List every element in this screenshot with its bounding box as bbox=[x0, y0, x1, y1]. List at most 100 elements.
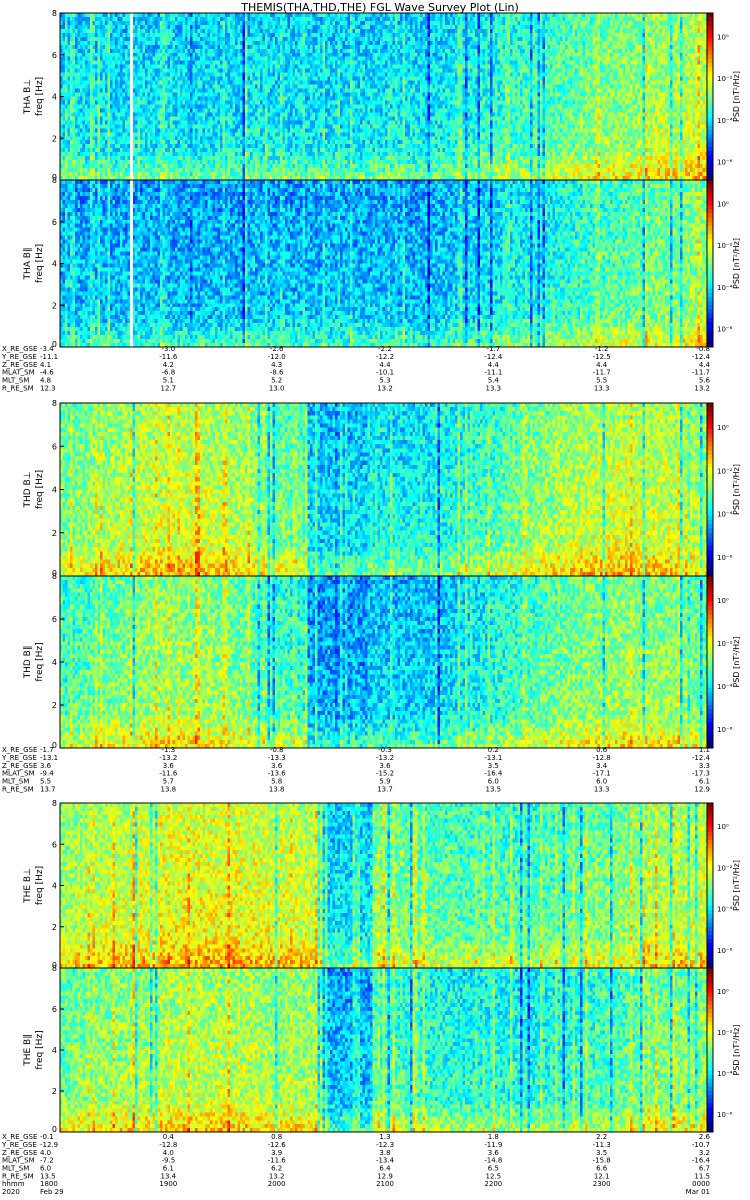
spectrogram-cell bbox=[693, 17, 696, 21]
spectrogram-cell bbox=[450, 13, 453, 17]
spectrogram-cell bbox=[123, 13, 126, 17]
spectrogram-cell bbox=[528, 13, 531, 17]
spectrogram-cell bbox=[510, 13, 513, 17]
spectrogram-cell bbox=[215, 17, 218, 21]
spectrogram-cell bbox=[403, 13, 406, 17]
spectrogram-cell bbox=[158, 13, 161, 17]
spectrogram-cell bbox=[288, 21, 291, 25]
spectrogram-cell bbox=[148, 17, 151, 21]
spectrogram-cell bbox=[595, 17, 598, 21]
spectrogram-cell bbox=[613, 17, 616, 21]
spectrogram-cell bbox=[523, 17, 526, 21]
spectrogram-cell bbox=[328, 17, 331, 21]
spectrogram-cell bbox=[230, 13, 233, 17]
spectrogram-cell bbox=[450, 17, 453, 21]
spectrogram-cell bbox=[465, 13, 468, 17]
spectrogram-cell bbox=[63, 13, 66, 17]
spectrogram-cell bbox=[300, 13, 303, 17]
spectrogram-cell bbox=[150, 21, 153, 25]
spectrogram-cell bbox=[290, 21, 293, 25]
spectrogram-cell bbox=[588, 17, 591, 21]
spectrogram-cell bbox=[653, 13, 656, 17]
spectrogram-cell bbox=[188, 17, 191, 21]
spectrogram-cell bbox=[220, 13, 223, 17]
spectrogram-cell bbox=[248, 13, 251, 17]
spectrogram-cell bbox=[238, 17, 241, 21]
spectrogram-cell bbox=[668, 17, 671, 21]
spectrogram-cell bbox=[343, 21, 346, 25]
spectrogram-cell bbox=[225, 17, 228, 21]
spectrogram-cell bbox=[633, 17, 636, 21]
spectrogram-cell bbox=[385, 13, 388, 17]
spectrogram-cell bbox=[510, 17, 513, 21]
spectrogram-cell bbox=[108, 13, 111, 17]
spectrogram-cell bbox=[655, 13, 658, 17]
spectrogram-cell bbox=[298, 17, 301, 21]
spectrogram-cell bbox=[400, 13, 403, 17]
spectrogram-cell bbox=[355, 21, 358, 25]
spectrogram-cell bbox=[543, 17, 546, 21]
spectrogram-cell bbox=[258, 13, 261, 17]
spectrogram-cell bbox=[195, 21, 198, 25]
spectrogram-cell bbox=[350, 13, 353, 17]
spectrogram-cell bbox=[278, 17, 281, 21]
spectrogram-cell bbox=[88, 13, 91, 17]
spectrogram-cell bbox=[550, 13, 553, 17]
spectrogram-cell bbox=[138, 21, 141, 25]
spectrogram-cell bbox=[353, 13, 356, 17]
spectrogram-cell bbox=[185, 21, 188, 25]
spectrogram-cell bbox=[165, 21, 168, 25]
spectrogram-cell bbox=[318, 17, 321, 21]
spectrogram-cell bbox=[95, 13, 98, 17]
spectrogram-cell bbox=[370, 13, 373, 17]
spectrogram-cell bbox=[690, 13, 693, 17]
spectrogram-cell bbox=[653, 17, 656, 21]
spectrogram-cell bbox=[213, 21, 216, 25]
spectrogram-cell bbox=[418, 17, 421, 21]
spectrogram-cell bbox=[75, 13, 78, 17]
spectrogram-cell bbox=[103, 13, 106, 17]
spectrogram-cell bbox=[398, 13, 401, 17]
spectrogram-cell bbox=[195, 17, 198, 21]
spectrogram-cell bbox=[488, 17, 491, 21]
spectrogram-cell bbox=[423, 17, 426, 21]
spectrogram-cell bbox=[628, 13, 631, 17]
spectrogram-cell bbox=[63, 17, 66, 21]
spectrogram-cell bbox=[180, 17, 183, 21]
spectrogram-cell bbox=[583, 13, 586, 17]
spectrogram-cell bbox=[83, 17, 86, 21]
spectrogram-cell bbox=[688, 13, 691, 17]
spectrogram-cell bbox=[190, 21, 193, 25]
spectrogram-cell bbox=[373, 13, 376, 17]
spectrogram-cell bbox=[603, 13, 606, 17]
spectrogram-cell bbox=[533, 17, 536, 21]
spectrogram-cell bbox=[270, 21, 273, 25]
spectrogram-cell bbox=[240, 21, 243, 25]
spectrogram-cell bbox=[640, 13, 643, 17]
spectrogram-cell bbox=[285, 21, 288, 25]
spectrogram-cell bbox=[703, 17, 706, 21]
spectrogram-cell bbox=[540, 17, 543, 21]
spectrogram-cell bbox=[210, 17, 213, 21]
spectrogram-cell bbox=[280, 13, 283, 17]
spectrogram-cell bbox=[593, 17, 596, 21]
spectrogram-cell bbox=[175, 17, 178, 21]
spectrogram-cell bbox=[428, 13, 431, 17]
spectrogram-cell bbox=[638, 13, 641, 17]
spectrogram-cell bbox=[238, 13, 241, 17]
spectrogram-cell bbox=[208, 17, 211, 21]
spectrogram-cell bbox=[178, 21, 181, 25]
spectrogram-cell bbox=[68, 13, 71, 17]
spectrogram-cell bbox=[220, 17, 223, 21]
spectrogram-cell bbox=[135, 13, 138, 17]
spectrogram-cell bbox=[250, 21, 253, 25]
spectrogram-cell bbox=[658, 13, 661, 17]
spectrogram-cell bbox=[225, 21, 228, 25]
spectrogram-cell bbox=[578, 17, 581, 21]
spectrogram-cell bbox=[700, 17, 703, 21]
spectrogram-cell bbox=[338, 17, 341, 21]
spectrogram-cell bbox=[190, 13, 193, 17]
spectrogram-cell bbox=[205, 13, 208, 17]
spectrogram-cell bbox=[455, 17, 458, 21]
spectrogram-cell bbox=[573, 13, 576, 17]
